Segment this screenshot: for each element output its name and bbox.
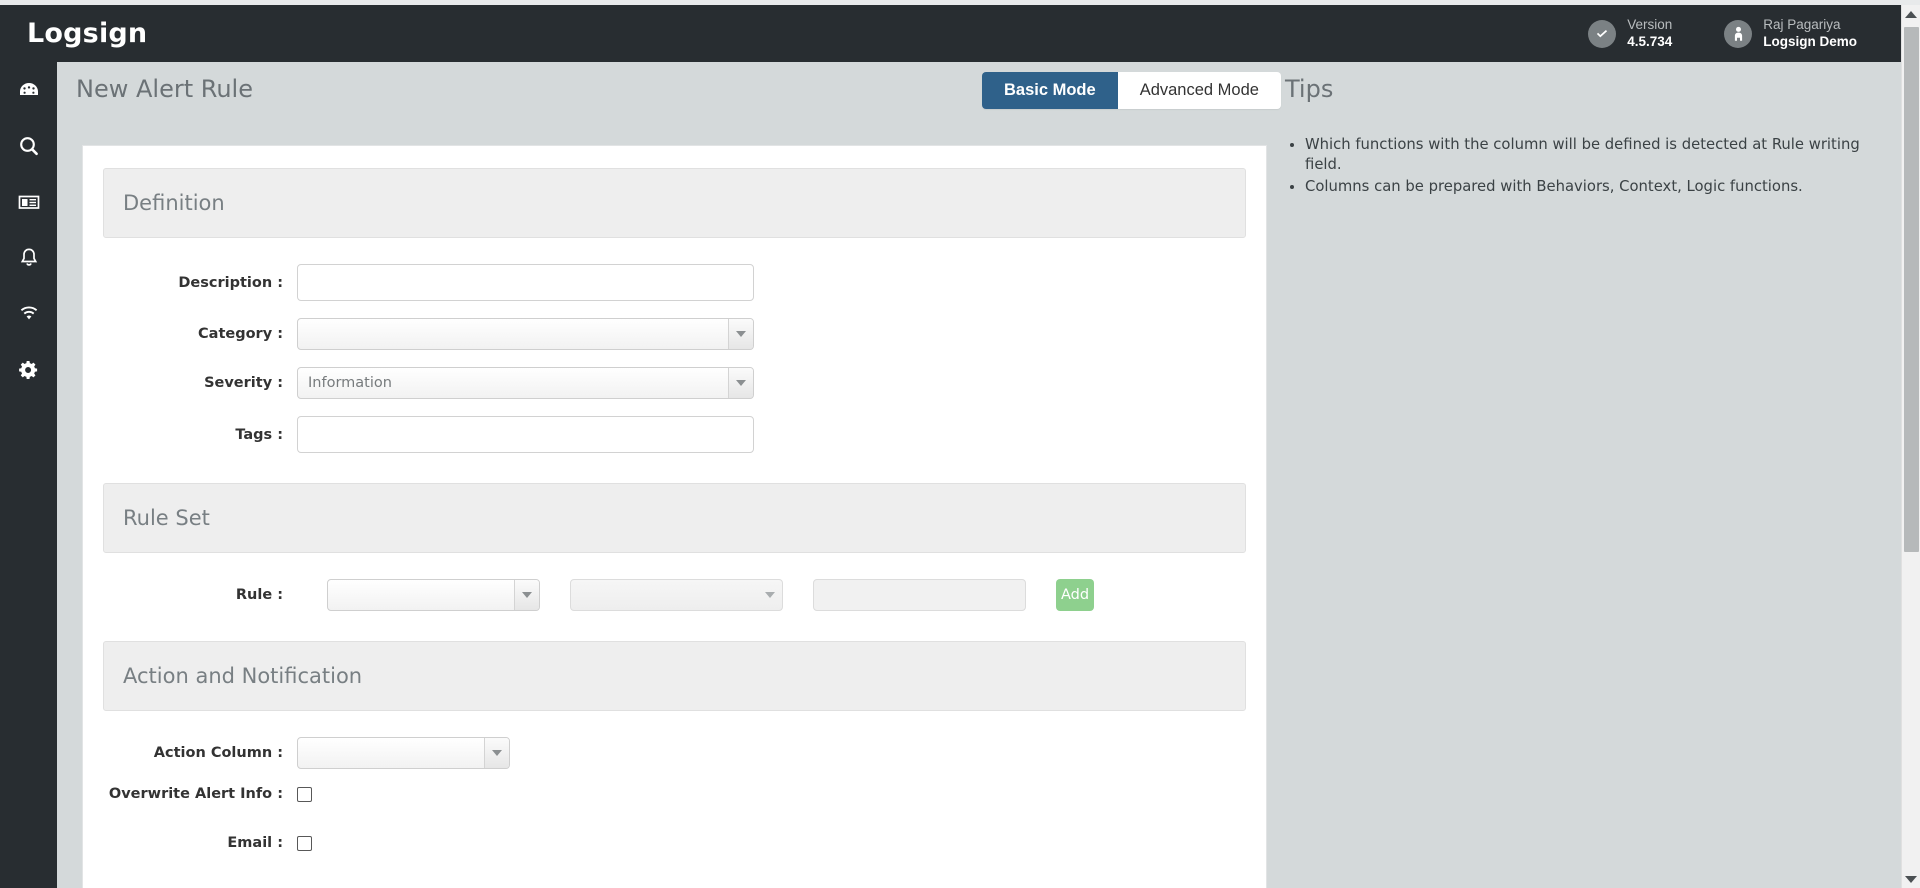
form-row-action-column: Action Column : [103, 737, 1246, 769]
severity-select[interactable]: Information [297, 367, 754, 399]
sidebar-item-alerts[interactable] [0, 230, 57, 286]
email-checkbox[interactable] [297, 835, 312, 851]
user-menu[interactable]: Raj Pagariya Logsign Demo [1724, 17, 1857, 51]
reports-icon [17, 190, 41, 214]
form-row-overwrite-alert-info: Overwrite Alert Info : [103, 786, 1246, 802]
tab-basic-mode[interactable]: Basic Mode [982, 72, 1118, 109]
chevron-down-icon [728, 368, 753, 398]
alerts-icon [17, 246, 41, 270]
label-rule: Rule : [235, 587, 283, 603]
tips-title: Tips [1285, 75, 1334, 103]
sidebar-item-dashboard[interactable] [0, 62, 57, 118]
tags-input[interactable] [297, 416, 754, 453]
sidebar-item-reports[interactable] [0, 174, 57, 230]
user-name: Raj Pagariya [1763, 16, 1841, 32]
scroll-down-arrow-icon[interactable] [1902, 870, 1920, 888]
list-item: Which functions with the column will be … [1305, 135, 1875, 175]
left-sidebar [0, 62, 57, 888]
form-row-rule: Rule : Add [103, 579, 1246, 611]
section-header-action-notification: Action and Notification [103, 641, 1246, 711]
add-rule-button[interactable]: Add [1056, 579, 1094, 611]
rule-column-select[interactable] [327, 579, 540, 611]
scrollbar-thumb[interactable] [1904, 27, 1919, 552]
action-column-select[interactable] [297, 737, 510, 769]
app-root: Logsign Version 4.5.734 Raj Pagariya Log… [0, 0, 1920, 888]
label-category: Category : [198, 326, 283, 342]
check-circle-icon [1588, 19, 1617, 48]
severity-select-value: Information [308, 375, 392, 391]
page-scrollbar[interactable] [1901, 5, 1920, 888]
section-header-rule-set: Rule Set [103, 483, 1246, 553]
sidebar-item-settings[interactable] [0, 342, 57, 398]
user-icon [1724, 19, 1753, 48]
form-row-category: Category : [103, 318, 1246, 350]
chevron-down-icon [484, 738, 509, 768]
dashboard-icon [17, 78, 41, 102]
form-row-email: Email : [103, 835, 1246, 851]
network-icon [17, 302, 41, 326]
rule-value-input[interactable] [813, 579, 1026, 611]
sidebar-item-network[interactable] [0, 286, 57, 342]
tab-advanced-mode[interactable]: Advanced Mode [1117, 72, 1281, 109]
sidebar-item-search[interactable] [0, 118, 57, 174]
label-severity: Severity : [204, 375, 283, 391]
version-text: Version 4.5.734 [1627, 17, 1672, 51]
rule-function-select[interactable] [570, 579, 783, 611]
app-logo: Logsign [27, 18, 148, 49]
label-description: Description : [178, 274, 283, 291]
form-row-description: Description : [103, 264, 1246, 301]
section-title-rule-set: Rule Set [123, 506, 210, 530]
user-text: Raj Pagariya Logsign Demo [1763, 17, 1857, 51]
section-title-definition: Definition [123, 191, 225, 215]
header-right-group: Version 4.5.734 Raj Pagariya Logsign Dem… [1536, 17, 1901, 51]
list-item: Columns can be prepared with Behaviors, … [1305, 177, 1875, 197]
main-content: New Alert Rule Basic Mode Advanced Mode … [57, 62, 1901, 888]
user-org: Logsign Demo [1763, 33, 1857, 49]
label-action-column: Action Column : [153, 745, 283, 761]
chevron-down-icon [757, 580, 782, 610]
search-icon [17, 134, 41, 158]
page-title: New Alert Rule [76, 75, 253, 103]
overwrite-alert-info-checkbox[interactable] [297, 786, 312, 802]
chevron-down-icon [728, 319, 753, 349]
scroll-up-arrow-icon[interactable] [1902, 5, 1920, 23]
description-input[interactable] [297, 264, 754, 301]
section-title-action-notification: Action and Notification [123, 664, 363, 688]
section-header-definition: Definition [103, 168, 1246, 238]
label-email: Email : [227, 835, 283, 851]
label-tags: Tags : [235, 426, 283, 443]
settings-icon [17, 358, 41, 382]
chevron-down-icon [514, 580, 539, 610]
version-value: 4.5.734 [1627, 33, 1673, 49]
label-overwrite-alert-info: Overwrite Alert Info : [108, 786, 283, 802]
app-header: Logsign Version 4.5.734 Raj Pagariya Log… [0, 5, 1901, 62]
mode-toggle-group: Basic Mode Advanced Mode [982, 72, 1281, 109]
version-info: Version 4.5.734 [1588, 17, 1672, 51]
form-row-tags: Tags : [103, 416, 1246, 453]
category-select[interactable] [297, 318, 754, 350]
alert-rule-form-panel: Definition Description : Category : Seve… [82, 145, 1267, 888]
tips-panel: Tips Which functions with the column wil… [1285, 75, 1875, 199]
form-row-severity: Severity : Information [103, 367, 1246, 399]
tips-list: Which functions with the column will be … [1285, 135, 1875, 197]
version-label: Version [1627, 16, 1673, 32]
